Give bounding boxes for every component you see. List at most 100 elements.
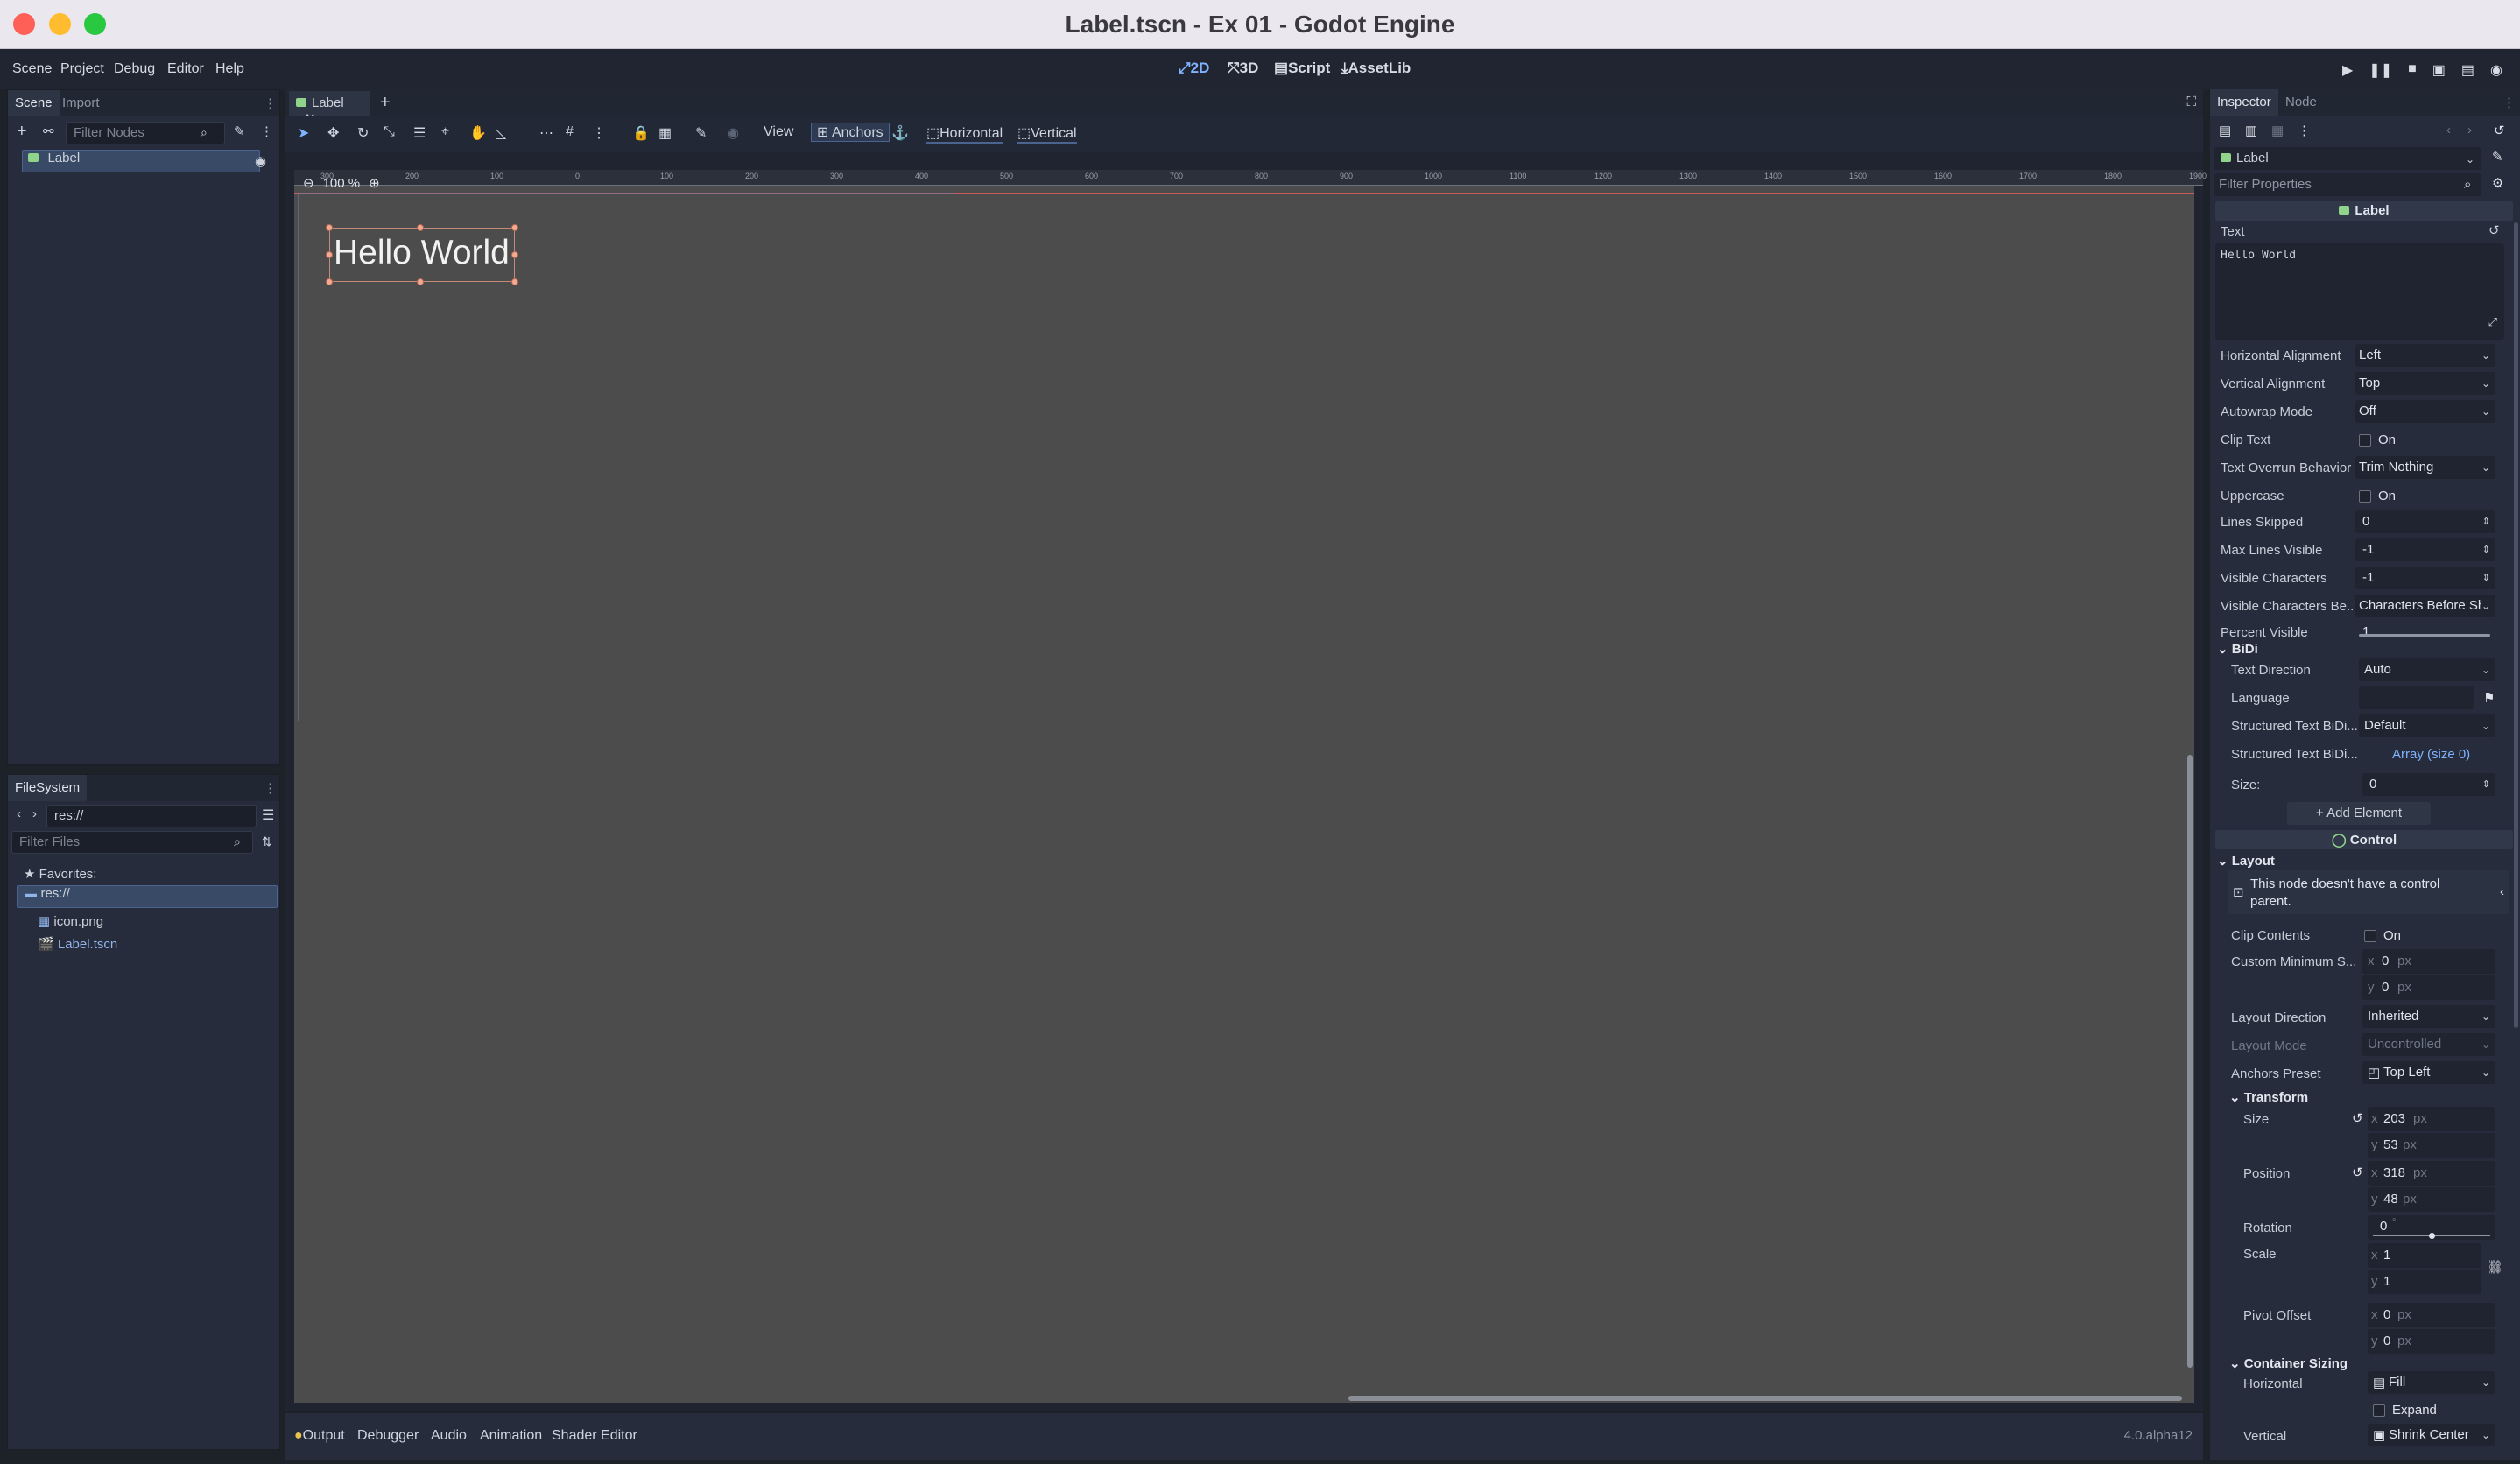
array-size-field[interactable]: 0 ⇕ <box>2362 773 2495 796</box>
structured-args-array[interactable]: Array (size 0) <box>2392 747 2470 762</box>
resize-handle[interactable] <box>326 251 333 258</box>
section-transform[interactable]: ⌄ Transform <box>2229 1089 2308 1105</box>
anchors-preset-select[interactable]: ◰ Top Left ⌄ <box>2362 1061 2495 1084</box>
history-forward-icon[interactable]: › <box>2467 123 2472 137</box>
revert-icon[interactable]: ↺ <box>2352 1165 2363 1180</box>
menu-scene[interactable]: Scene <box>12 61 52 77</box>
lock-icon[interactable]: 🔒 <box>632 124 650 142</box>
workspace-3d-button[interactable]: ⤧3D <box>1228 60 1258 77</box>
select-tool-icon[interactable]: ➤ <box>298 124 309 142</box>
size-x-field[interactable]: x 203 px <box>2368 1107 2495 1131</box>
property-checkbox[interactable]: On <box>2359 489 2396 503</box>
vertical-scrollbar[interactable] <box>2187 755 2193 1368</box>
scale-tool-icon[interactable]: ⤡ <box>384 124 395 140</box>
size-y-field[interactable]: y 53 px <box>2368 1133 2495 1158</box>
resize-handle[interactable] <box>511 224 518 231</box>
play-icon[interactable]: ▶ <box>2342 61 2353 79</box>
anchors-toggle[interactable]: ⊞ Anchors <box>811 123 890 142</box>
rotate-tool-icon[interactable]: ↻ <box>357 124 369 142</box>
property-slider[interactable]: 1 <box>2355 621 2495 644</box>
link-ratio-icon[interactable]: ⛓ <box>2487 1259 2503 1275</box>
group-icon[interactable]: ▦ <box>658 124 672 142</box>
property-select[interactable]: Top ⌄ <box>2355 372 2495 395</box>
file-row-scene[interactable]: 🎬 Label.tscn <box>38 936 117 952</box>
section-layout[interactable]: ⌄ Layout <box>2217 853 2275 869</box>
zoom-level[interactable]: 100 % <box>323 176 361 191</box>
horizontal-scrollbar[interactable] <box>1348 1396 2182 1401</box>
property-select[interactable]: Left ⌄ <box>2355 344 2495 367</box>
pivot-tool-icon[interactable]: ⌖ <box>441 124 449 140</box>
new-resource-icon[interactable]: ▤ <box>2219 123 2231 138</box>
tab-debugger[interactable]: Debugger <box>357 1428 419 1444</box>
horizontal-sizing-select[interactable]: ▤ Fill ⌄ <box>2368 1371 2495 1394</box>
distraction-free-icon[interactable]: ⛶ <box>2186 95 2196 109</box>
slider-grabber[interactable] <box>2429 1233 2435 1239</box>
link-icon[interactable]: ⚯ <box>43 123 54 139</box>
tab-scene[interactable]: Scene <box>8 90 60 116</box>
language-picker-icon[interactable]: ⚑ <box>2483 690 2495 706</box>
tab-audio[interactable]: Audio <box>431 1428 467 1444</box>
tree-row-label[interactable]: Label <box>22 150 260 172</box>
rotation-slider[interactable]: 0 ° <box>2368 1215 2495 1240</box>
snap-menu-icon[interactable]: ⋮ <box>592 124 606 142</box>
sort-icon[interactable]: ⇅ <box>262 834 272 849</box>
percent-visible-slider[interactable] <box>2359 634 2490 637</box>
zoom-out-icon[interactable]: ⊖ <box>303 175 314 191</box>
script-icon[interactable]: ✎ <box>234 123 245 139</box>
text-edit-field[interactable]: Hello World ⤢ <box>2215 243 2504 340</box>
tab-output[interactable]: ●Output <box>294 1428 345 1444</box>
property-spinbox[interactable]: -1 ⇕ <box>2355 567 2495 589</box>
list-select-icon[interactable]: ☰ <box>413 124 426 142</box>
resize-handle[interactable] <box>417 224 424 231</box>
ruler-tool-icon[interactable]: ◺ <box>496 124 506 142</box>
menu-project[interactable]: Project <box>60 61 104 77</box>
position-y-field[interactable]: y 48 px <box>2368 1187 2495 1212</box>
camera-icon[interactable]: ◉ <box>727 124 739 142</box>
history-back-icon[interactable]: ‹ <box>2446 123 2451 137</box>
tab-node[interactable]: Node <box>2285 95 2317 109</box>
load-resource-icon[interactable]: ▥ <box>2245 123 2257 138</box>
scale-x-field[interactable]: x1 <box>2368 1243 2481 1268</box>
dock-menu-icon[interactable]: ⋮ <box>264 95 277 111</box>
play-scene-icon[interactable]: ▣ <box>2432 61 2446 79</box>
property-tools-icon[interactable]: ⚙ <box>2492 175 2503 191</box>
visibility-eye-icon[interactable]: ◉ <box>255 153 266 169</box>
resize-handle[interactable] <box>417 278 424 285</box>
save-resource-icon[interactable]: ▦ <box>2271 123 2284 138</box>
resize-handle[interactable] <box>326 224 333 231</box>
clip-contents-checkbox[interactable]: On <box>2364 928 2401 943</box>
vertical-sizing-select[interactable]: ▣ Shrink Center ⌄ <box>2368 1424 2495 1446</box>
resize-handle[interactable] <box>326 278 333 285</box>
filter-files-input[interactable]: Filter Files <box>11 831 253 854</box>
more-icon[interactable]: ⋮ <box>260 123 273 139</box>
back-icon[interactable]: ‹ <box>17 806 21 821</box>
smart-snap-icon[interactable]: ⋯ <box>539 124 553 142</box>
section-bidi[interactable]: ⌄ BiDi <box>2217 641 2258 657</box>
layout-direction-select[interactable]: Inherited ⌄ <box>2362 1005 2495 1028</box>
horizontal-guide-toggle[interactable]: ⬚Horizontal <box>926 124 1003 144</box>
history-icon[interactable]: ↺ <box>2494 123 2505 138</box>
move-tool-icon[interactable]: ✥ <box>327 124 339 142</box>
property-select[interactable]: Characters Before Sha ⌄ <box>2355 595 2495 617</box>
scale-y-field[interactable]: y1 <box>2368 1270 2481 1294</box>
text-direction-select[interactable]: Auto ⌄ <box>2359 658 2495 681</box>
structured-text-select[interactable]: Default ⌄ <box>2359 714 2495 737</box>
expand-icon[interactable]: ⤢ <box>2488 316 2497 329</box>
position-x-field[interactable]: x 318 px <box>2368 1161 2495 1186</box>
view-menu[interactable]: View <box>764 124 793 140</box>
workspace-assetlib-button[interactable]: ⤓AssetLib <box>1341 60 1411 77</box>
new-tab-icon[interactable]: + <box>380 93 391 113</box>
custom-min-y-field[interactable]: y 0 px <box>2362 975 2495 1000</box>
play-custom-icon[interactable]: ▤ <box>2461 61 2474 79</box>
tab-import[interactable]: Import <box>62 95 100 110</box>
expand-checkbox[interactable]: Expand <box>2373 1403 2437 1418</box>
property-checkbox[interactable]: On <box>2359 433 2396 447</box>
label-node[interactable]: Hello World <box>329 228 515 282</box>
scene-tab-label[interactable]: Label ✕ <box>289 91 370 126</box>
forward-icon[interactable]: › <box>32 806 37 821</box>
revert-icon[interactable]: ↺ <box>2488 222 2500 238</box>
revert-icon[interactable]: ↺ <box>2352 1110 2363 1126</box>
tab-filesystem[interactable]: FileSystem <box>8 775 88 801</box>
zoom-in-icon[interactable]: ⊕ <box>369 175 380 191</box>
tab-inspector[interactable]: Inspector <box>2210 89 2278 116</box>
